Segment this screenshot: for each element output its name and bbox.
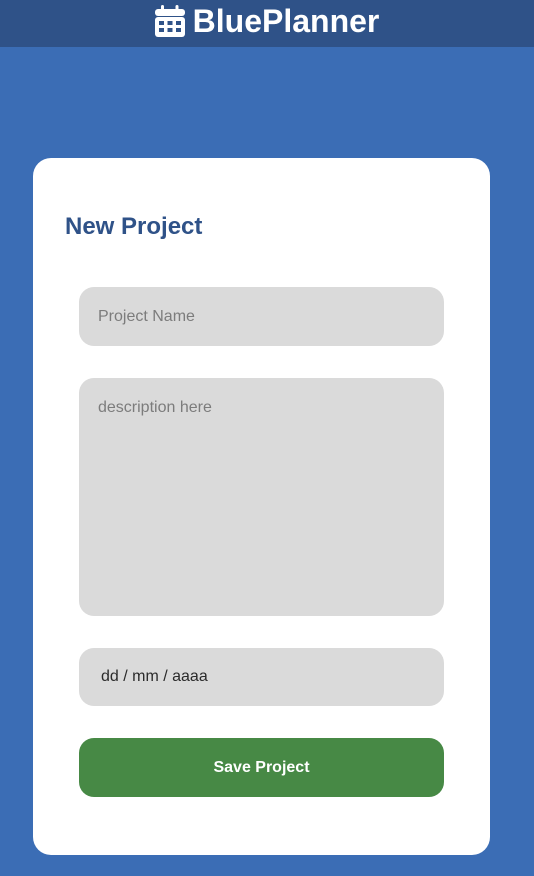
project-name-input[interactable]: [79, 287, 444, 346]
app-brand: BluePlanner: [154, 3, 380, 39]
new-project-card: New Project dd / mm / aaaa Save Project: [33, 158, 490, 855]
calendar-icon: [154, 5, 185, 37]
app-header: BluePlanner: [0, 0, 534, 47]
save-project-button[interactable]: Save Project: [79, 738, 444, 797]
description-textarea[interactable]: [79, 378, 444, 616]
date-placeholder: dd / mm / aaaa: [101, 668, 208, 685]
app-title: BluePlanner: [192, 3, 380, 39]
form-heading: New Project: [65, 213, 203, 240]
date-input[interactable]: dd / mm / aaaa: [79, 648, 444, 706]
